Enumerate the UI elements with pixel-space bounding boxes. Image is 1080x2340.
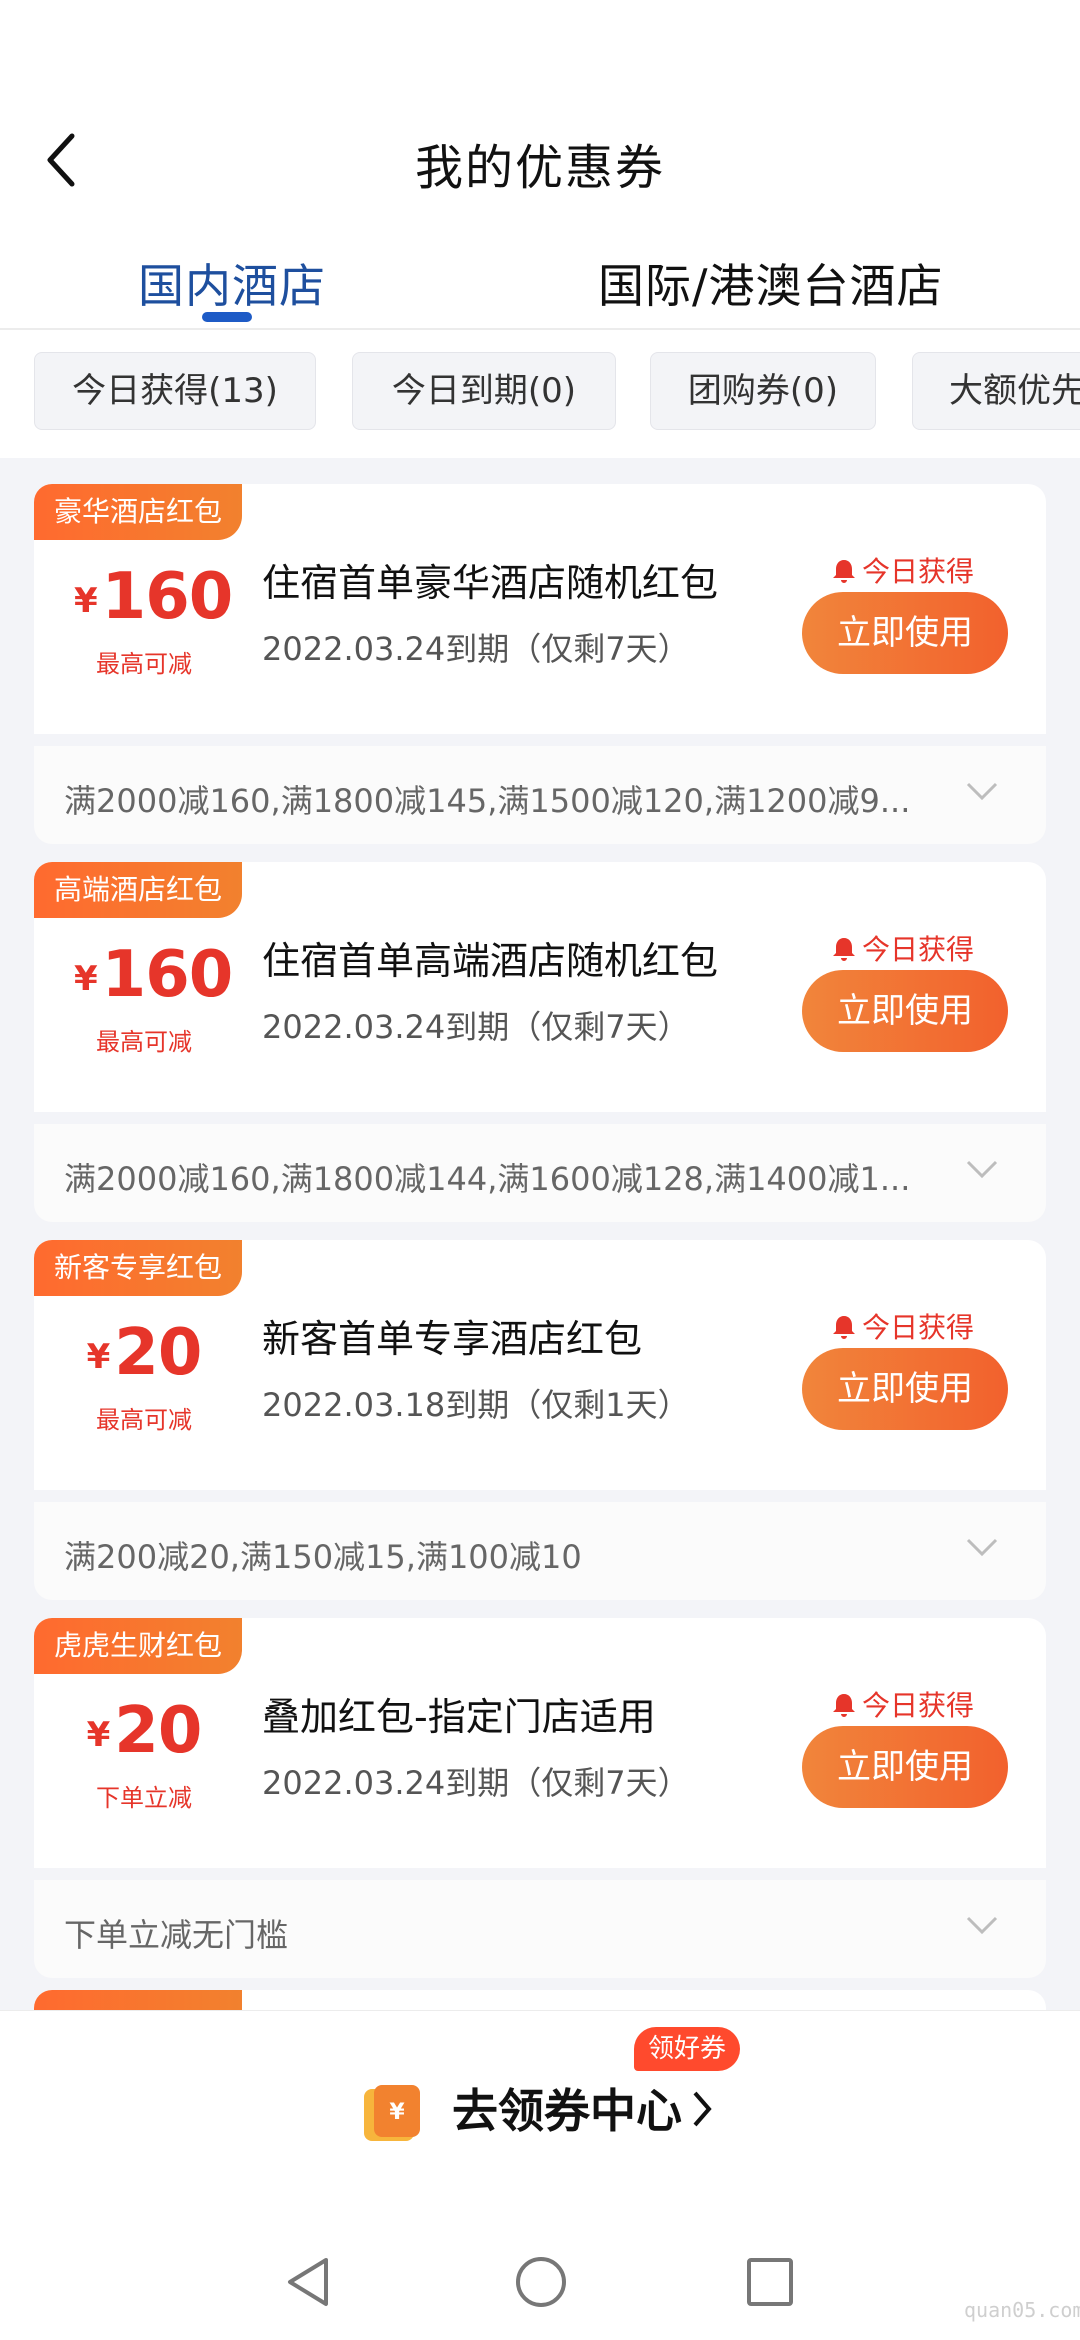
use-now-button[interactable]: 立即使用: [802, 1726, 1008, 1808]
page-title: 我的优惠券: [414, 140, 665, 196]
filter-chip-expiring-today[interactable]: 今日到期(0): [352, 352, 616, 430]
currency-symbol: ¥: [86, 1337, 111, 1377]
coupon-rules: 下单立减无门槛: [64, 1916, 289, 1954]
filter-bar: 今日获得(13) 今日到期(0) 团购券(0) 大额优先: [0, 330, 1080, 458]
coupon-price: ¥20: [74, 1316, 214, 1390]
coupon-expiry: 2022.03.18到期（仅剩1天）: [262, 1386, 690, 1424]
bell-icon: [833, 938, 855, 961]
use-now-button[interactable]: 立即使用: [802, 1348, 1008, 1430]
tab-international-hotels[interactable]: 国际/港澳台酒店: [598, 250, 944, 316]
coupon-rules-row[interactable]: 满2000减160,满1800减144,满1600减128,满1400减1...: [34, 1124, 1046, 1222]
coupon-rules: 满2000减160,满1800减145,满1500减120,满1200减9...: [64, 782, 911, 820]
coupon-rules-row[interactable]: 下单立减无门槛: [34, 1880, 1046, 1978]
bell-icon: [833, 560, 855, 583]
coupon-price: ¥160: [74, 938, 233, 1012]
coupon-rules: 满200减20,满150减15,满100减10: [64, 1538, 582, 1576]
ticket-icon: ¥: [364, 2085, 420, 2141]
coupon-tag: 高端酒店红包: [34, 862, 242, 918]
chevron-down-icon[interactable]: [964, 1536, 1000, 1564]
coupon-price: ¥20: [74, 1694, 214, 1768]
coupon-expiry: 2022.03.24到期（仅剩7天）: [262, 630, 690, 668]
use-now-button[interactable]: 立即使用: [802, 970, 1008, 1052]
obtained-label: 今日获得: [862, 555, 975, 588]
nav-back-icon[interactable]: [282, 2254, 334, 2314]
nav-home-icon[interactable]: [514, 2254, 568, 2314]
system-nav-bar: quan05.com: [0, 2230, 1080, 2340]
coupon-tag: 虎虎生财红包: [34, 1618, 242, 1674]
obtained-label: 今日获得: [862, 1311, 975, 1344]
obtained-label: 今日获得: [862, 1689, 975, 1722]
hotel-tabs: 国内酒店 国际/港澳台酒店: [0, 250, 1080, 330]
amount-note: 最高可减: [96, 1406, 192, 1434]
coupon-amount: 20: [114, 1694, 202, 1768]
coupon-price: ¥160: [74, 560, 233, 634]
obtained-status: 今日获得: [830, 550, 974, 590]
coupon-amount: 20: [114, 1316, 202, 1390]
obtained-status: 今日获得: [830, 928, 974, 968]
amount-note: 下单立减: [96, 1784, 192, 1812]
coupon-main: 高端酒店红包 ¥160 最高可减 住宿首单高端酒店随机红包 2022.03.24…: [34, 862, 1046, 1112]
obtained-status: 今日获得: [830, 1684, 974, 1724]
coupon-main: 豪华酒店红包 ¥160 最高可减 住宿首单豪华酒店随机红包 2022.03.24…: [34, 484, 1046, 734]
coupon-rules-row[interactable]: 满200减20,满150减15,满100减10: [34, 1502, 1046, 1600]
header: 我的优惠券 国内酒店 国际/港澳台酒店: [0, 0, 1080, 330]
coupon-expiry: 2022.03.24到期（仅剩7天）: [262, 1008, 690, 1046]
coupon-center-label: 去领券中心: [452, 2084, 682, 2138]
coupon-center-badge: 领好券: [634, 2027, 741, 2071]
filter-chip-large-first[interactable]: 大额优先: [912, 352, 1080, 430]
active-tab-indicator: [202, 312, 252, 322]
coupon-main: 新客专享红包 ¥20 最高可减 新客首单专享酒店红包 2022.03.18到期（…: [34, 1240, 1046, 1490]
coupon-amount: 160: [101, 560, 234, 634]
currency-symbol: ¥: [74, 581, 98, 621]
coupon-tag: 豪华酒店红包: [34, 484, 242, 540]
bell-icon: [833, 1694, 855, 1717]
tab-domestic-hotels[interactable]: 国内酒店: [138, 250, 326, 316]
coupon-rules-row[interactable]: 满2000减160,满1800减145,满1500减120,满1200减9...: [34, 746, 1046, 844]
filter-chip-obtained-today[interactable]: 今日获得(13): [34, 352, 316, 430]
obtained-label: 今日获得: [862, 933, 975, 966]
coupon-title: 住宿首单豪华酒店随机红包: [262, 561, 719, 605]
coupon-center-bar: ¥ 去领券中心 领好券: [0, 2010, 1080, 2230]
coupon-title: 住宿首单高端酒店随机红包: [262, 939, 719, 983]
filter-chip-group-buy[interactable]: 团购券(0): [650, 352, 876, 430]
amount-note: 最高可减: [96, 1028, 192, 1056]
coupon-main: 虎虎生财红包 ¥20 下单立减 叠加红包-指定门店适用 2022.03.24到期…: [34, 1618, 1046, 1868]
currency-symbol: ¥: [74, 959, 98, 999]
nav-recents-icon[interactable]: [744, 2254, 796, 2314]
coupon-rules: 满2000减160,满1800减144,满1600减128,满1400减1...: [64, 1160, 911, 1198]
chevron-right-icon: [693, 2091, 712, 2127]
use-now-button[interactable]: 立即使用: [802, 592, 1008, 674]
chevron-down-icon[interactable]: [964, 780, 1000, 808]
svg-text:¥: ¥: [389, 2100, 405, 2125]
chevron-down-icon[interactable]: [964, 1914, 1000, 1942]
currency-symbol: ¥: [86, 1715, 111, 1755]
coupon-title: 新客首单专享酒店红包: [262, 1317, 643, 1361]
amount-note: 最高可减: [96, 650, 192, 678]
bell-icon: [833, 1316, 855, 1339]
coupon-expiry: 2022.03.24到期（仅剩7天）: [262, 1764, 690, 1802]
coupon-title: 叠加红包-指定门店适用: [262, 1695, 656, 1739]
watermark: quan05.com: [964, 2298, 1080, 2322]
coupon-tag: 新客专享红包: [34, 1240, 242, 1296]
chevron-down-icon[interactable]: [964, 1158, 1000, 1186]
obtained-status: 今日获得: [830, 1306, 974, 1346]
coupon-amount: 160: [101, 938, 234, 1012]
